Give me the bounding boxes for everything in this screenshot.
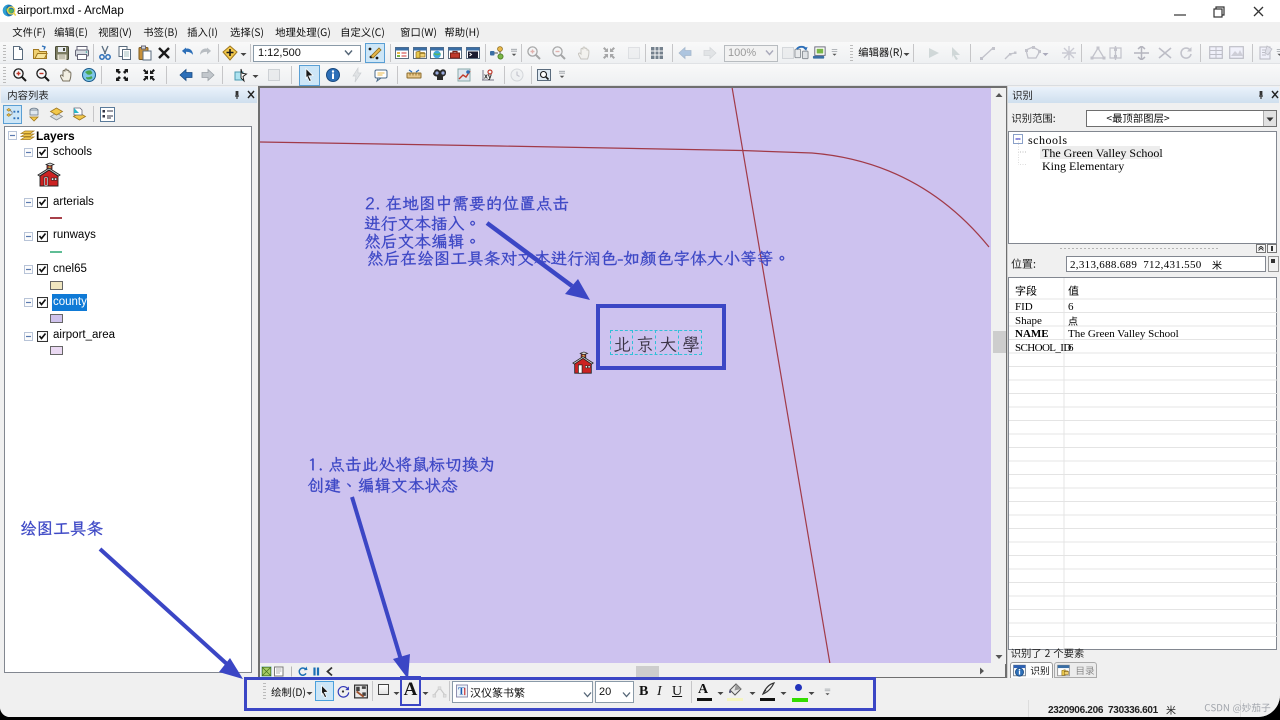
svg-text:xy: xy [484, 74, 492, 81]
